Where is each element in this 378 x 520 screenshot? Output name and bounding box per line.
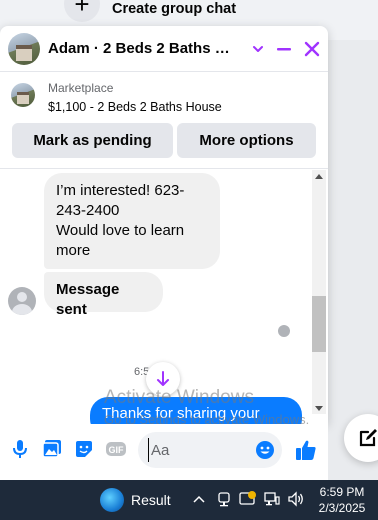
chevron-down-icon[interactable]: [248, 39, 268, 59]
arrow-down-icon: [157, 371, 169, 386]
microphone-icon[interactable]: [9, 438, 31, 460]
windows-taskbar: Result 6:59 PM 2/3/2025: [0, 480, 378, 520]
scrollbar-thumb[interactable]: [312, 296, 326, 352]
more-options-button[interactable]: More options: [177, 123, 316, 158]
chat-header: Adam · 2 Beds 2 Baths Ho...: [0, 26, 328, 72]
result-app-icon[interactable]: [100, 488, 124, 512]
divider: [0, 168, 328, 169]
notification-badge-icon[interactable]: [239, 490, 257, 508]
read-receipt-avatar: [278, 325, 290, 337]
sticker-icon[interactable]: [73, 438, 95, 460]
new-message-button[interactable]: [344, 414, 378, 462]
marketplace-listing[interactable]: Marketplace $1,100 - 2 Beds 2 Baths Hous…: [0, 73, 328, 121]
create-group-label: Create group chat: [112, 1, 237, 17]
chevron-up-icon[interactable]: [190, 490, 208, 508]
listing-title: $1,100 - 2 Beds 2 Baths House: [48, 100, 222, 114]
sender-avatar[interactable]: [8, 287, 36, 315]
gif-icon[interactable]: GIF: [105, 438, 127, 460]
meet-now-icon[interactable]: [215, 490, 233, 508]
listing-thumbnail: [11, 83, 35, 107]
incoming-message[interactable]: I’m interested! 623-243-2400 Would love …: [44, 173, 220, 269]
taskbar-clock[interactable]: 6:59 PM 2/3/2025: [313, 484, 371, 516]
marketplace-label: Marketplace: [48, 81, 114, 95]
taskbar-app-label[interactable]: Result: [131, 492, 171, 508]
scroll-up-arrow-icon[interactable]: [315, 174, 323, 179]
mark-as-pending-button[interactable]: Mark as pending: [12, 123, 173, 158]
scroll-down-arrow-icon[interactable]: [315, 406, 323, 411]
contact-avatar[interactable]: [8, 32, 40, 65]
compose-icon: [359, 429, 377, 447]
photo-icon[interactable]: [41, 438, 63, 460]
message-input-wrapper: [138, 432, 282, 468]
chat-title[interactable]: Adam · 2 Beds 2 Baths Ho...: [48, 40, 238, 57]
close-icon[interactable]: [302, 39, 322, 59]
message-input[interactable]: [148, 438, 248, 462]
clock-time: 6:59 PM: [319, 485, 365, 499]
thumbs-up-icon[interactable]: [294, 438, 318, 462]
incoming-message[interactable]: Message sent: [44, 272, 163, 318]
activate-windows-watermark: Activate Windows: [104, 387, 254, 408]
minimize-icon[interactable]: [274, 39, 294, 59]
emoji-icon[interactable]: [255, 440, 275, 460]
network-icon[interactable]: [263, 490, 281, 508]
svg-text:GIF: GIF: [109, 445, 125, 455]
message-composer: GIF: [0, 424, 328, 480]
volume-icon[interactable]: [287, 490, 305, 508]
clock-date: 2/3/2025: [318, 501, 366, 515]
chat-scrollbar[interactable]: [312, 170, 326, 414]
